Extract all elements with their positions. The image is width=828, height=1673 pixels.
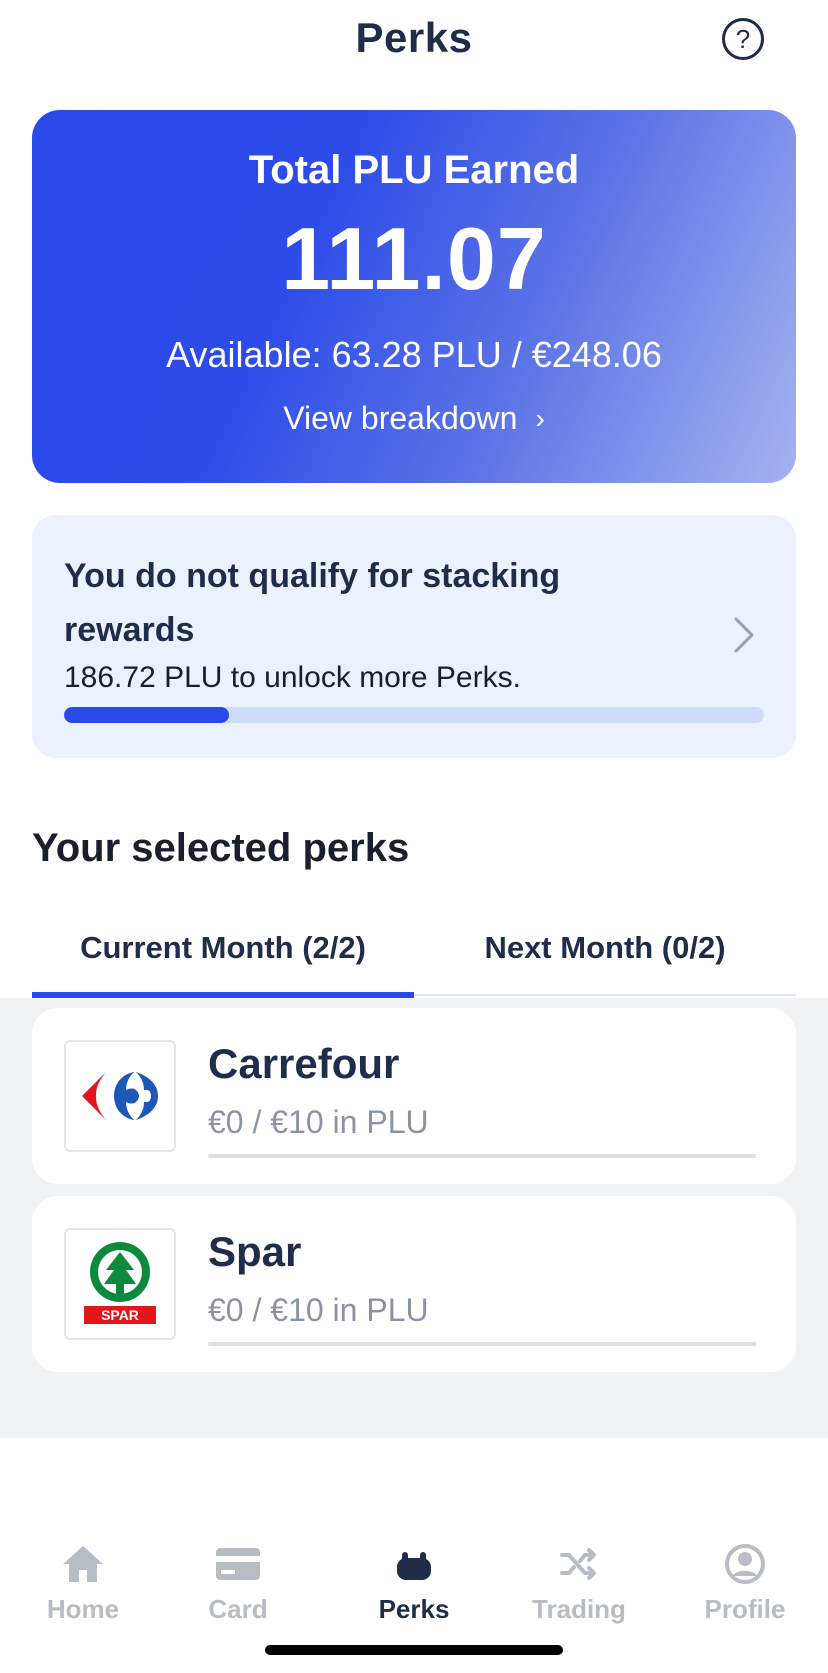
- shuffle-icon: [555, 1540, 603, 1588]
- help-button[interactable]: ?: [722, 18, 764, 60]
- view-breakdown-label: View breakdown: [283, 400, 518, 436]
- carrefour-logo: [64, 1040, 176, 1152]
- nav-item-perks[interactable]: Perks: [331, 1520, 497, 1630]
- total-plu-card: Total PLU Earned 111.07 Available: 63.28…: [32, 110, 796, 483]
- perk-card-spar[interactable]: SPAR Spar €0 / €10 in PLU: [32, 1196, 796, 1372]
- perk-amount: €0 / €10 in PLU: [208, 1292, 429, 1328]
- total-plu-value: 111.07: [281, 209, 547, 308]
- perk-name: Spar: [208, 1228, 302, 1275]
- total-plu-label: Total PLU Earned: [248, 148, 580, 192]
- view-breakdown-link[interactable]: View breakdown ›: [32, 400, 796, 437]
- question-mark-icon: ?: [735, 23, 751, 54]
- nav-item-profile[interactable]: Profile: [662, 1520, 828, 1630]
- stacking-subtitle: 186.72 PLU to unlock more Perks.: [64, 661, 521, 694]
- perk-progress-bar: [208, 1342, 756, 1346]
- page-title: Perks: [355, 14, 473, 61]
- stacking-progress-bar: [64, 707, 764, 723]
- month-tabs: Current Month (2/2) Next Month (0/2): [32, 900, 796, 998]
- nav-label-home: Home: [46, 1594, 120, 1624]
- section-title: Your selected perks: [32, 826, 410, 870]
- nav-label-profile: Profile: [704, 1594, 786, 1624]
- carrefour-logo-icon: [82, 1072, 158, 1120]
- nav-item-card[interactable]: Card: [155, 1520, 321, 1630]
- chevron-right-icon: [734, 617, 754, 653]
- bottom-nav: Home Card Perks Trading Profile: [0, 1520, 828, 1630]
- perks-list: Carrefour €0 / €10 in PLU SPAR Spar €0 /…: [0, 998, 828, 1438]
- home-icon: [59, 1540, 107, 1588]
- nav-label-perks: Perks: [378, 1594, 450, 1624]
- perks-icon: [390, 1540, 438, 1588]
- tab-current-month[interactable]: Current Month (2/2): [32, 900, 414, 998]
- home-indicator: [265, 1645, 563, 1655]
- perk-card-carrefour[interactable]: Carrefour €0 / €10 in PLU: [32, 1008, 796, 1184]
- available-balance: Available: 63.28 PLU / €248.06: [166, 334, 662, 375]
- nav-item-home[interactable]: Home: [0, 1520, 166, 1630]
- spar-logo: SPAR: [64, 1228, 176, 1340]
- perk-name: Carrefour: [208, 1040, 400, 1087]
- nav-label-card: Card: [208, 1594, 268, 1624]
- chevron-right-icon: ›: [535, 402, 545, 434]
- profile-icon: [721, 1540, 769, 1588]
- spar-logo-text: SPAR: [101, 1307, 139, 1323]
- nav-item-trading[interactable]: Trading: [496, 1520, 662, 1630]
- header: Perks ?: [0, 0, 828, 90]
- stacking-title: You do not qualify for stacking rewards: [64, 557, 561, 649]
- perk-amount: €0 / €10 in PLU: [208, 1104, 429, 1140]
- spar-logo-icon: SPAR: [84, 1242, 156, 1324]
- card-icon: [214, 1540, 262, 1588]
- perk-progress-bar: [208, 1154, 756, 1158]
- stacking-rewards-card[interactable]: You do not qualify for stacking rewards …: [32, 515, 796, 758]
- nav-label-trading: Trading: [532, 1594, 626, 1624]
- perks-screen: Perks ? Total PLU Earned 111.07 Availabl…: [0, 0, 828, 1673]
- tab-next-month[interactable]: Next Month (0/2): [414, 900, 796, 996]
- stacking-progress-fill: [64, 707, 230, 723]
